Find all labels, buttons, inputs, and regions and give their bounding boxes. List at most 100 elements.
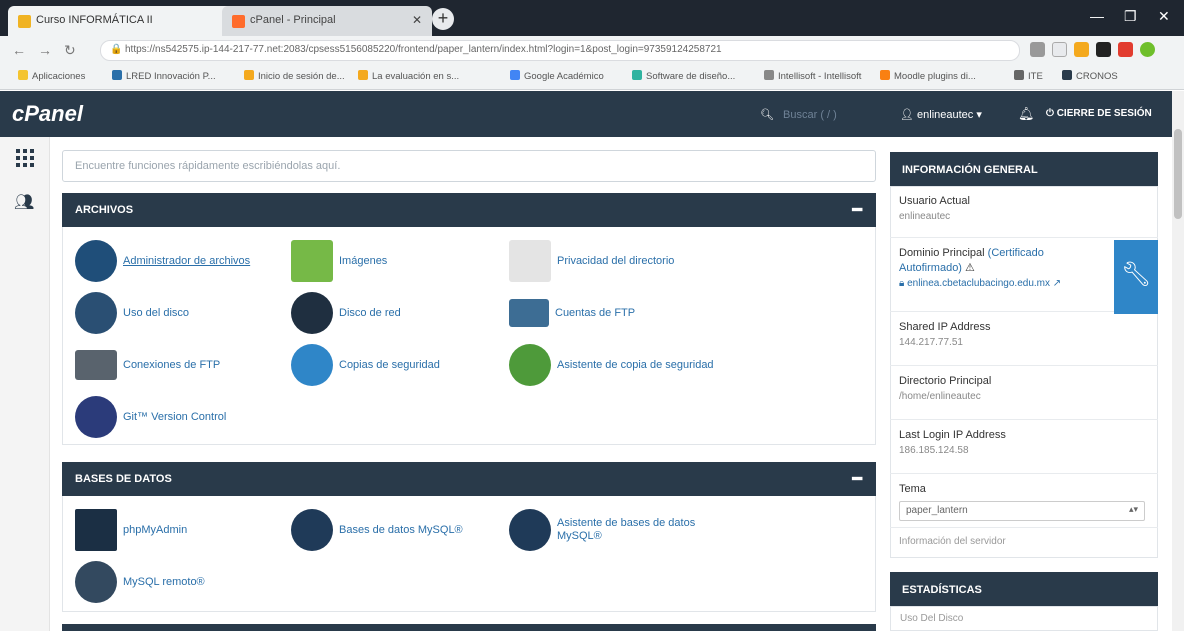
item-label: Bases de datos MySQL®: [339, 523, 463, 536]
web-disk-item[interactable]: Disco de red: [291, 292, 401, 334]
star-icon[interactable]: [1052, 42, 1067, 57]
collapse-icon[interactable]: ━: [852, 469, 862, 489]
item-label: Git™ Version Control: [123, 410, 227, 423]
info-value: /home/enlineautec: [899, 391, 981, 402]
git-version-control-item[interactable]: Git™ Version Control: [75, 396, 227, 438]
info-label: Dominio Principal (Certificado Autofirma…: [899, 247, 1044, 274]
extension-icon[interactable]: [1118, 42, 1133, 57]
user-icon: 👤︎: [900, 109, 914, 121]
mysql-databases-item[interactable]: Bases de datos MySQL®: [291, 509, 463, 551]
logout-icon: ⏻: [1046, 108, 1057, 119]
home-directory-row: Directorio Principal /home/enlineautec: [890, 368, 1158, 420]
bell-icon[interactable]: 🔔︎: [1018, 106, 1035, 122]
phpmyadmin-item[interactable]: phpMyAdmin: [75, 509, 187, 551]
archivos-panel-body: Administrador de archivos Imágenes Priva…: [62, 227, 876, 445]
page-scrollbar[interactable]: [1172, 91, 1184, 631]
info-label: Tema: [899, 483, 926, 495]
minimize-icon[interactable]: —: [1090, 8, 1104, 24]
bookmark[interactable]: Software de diseño...: [632, 70, 735, 82]
tab-label: cPanel - Principal: [250, 14, 336, 26]
file-manager-icon: [75, 240, 117, 282]
info-label: Last Login IP Address: [899, 429, 1006, 441]
info-label: Shared IP Address: [899, 321, 991, 333]
extension-icon[interactable]: [1074, 42, 1089, 57]
collapse-icon[interactable]: ━: [852, 200, 862, 220]
server-info-link[interactable]: Información del servidor: [899, 536, 1149, 547]
backup-wizard-icon: [509, 344, 551, 386]
bookmark[interactable]: Intellisoft - Intellisoft: [764, 70, 861, 82]
phpmyadmin-icon: [75, 509, 117, 551]
backup-item[interactable]: Copias de seguridad: [291, 344, 440, 386]
new-tab-button[interactable]: +: [432, 8, 454, 30]
tab-cpanel[interactable]: cPanel - Principal ✕: [222, 6, 432, 36]
profile-icon[interactable]: [1140, 42, 1155, 57]
key-icon[interactable]: [1030, 42, 1045, 57]
bookmark[interactable]: Aplicaciones: [18, 70, 85, 82]
item-label: Privacidad del directorio: [557, 254, 675, 267]
item-label: Cuentas de FTP: [555, 306, 636, 319]
logout-button[interactable]: ⏻ CIERRE DE SESIÓN: [1046, 108, 1152, 119]
bookmarks-bar: Aplicaciones LRED Innovación P... Inicio…: [0, 64, 1184, 90]
close-window-icon[interactable]: ✕: [1158, 8, 1170, 25]
panel-title: BASES DE DATOS: [75, 473, 172, 485]
function-search-input[interactable]: Encuentre funciones rápidamente escribié…: [62, 150, 876, 182]
bases-panel-header[interactable]: BASES DE DATOS ━: [62, 462, 876, 496]
lock-icon: 🔒: [110, 44, 123, 55]
database-wizard-icon: [509, 509, 551, 551]
disk-usage-item[interactable]: Uso del disco: [75, 292, 189, 334]
directory-privacy-item[interactable]: Privacidad del directorio: [509, 240, 675, 282]
back-icon[interactable]: ←: [12, 42, 26, 58]
bookmark[interactable]: LRED Innovación P...: [112, 70, 216, 82]
archivos-panel-header[interactable]: ARCHIVOS ━: [62, 193, 876, 227]
forward-icon[interactable]: →: [38, 42, 52, 58]
maximize-icon[interactable]: ❐: [1124, 8, 1137, 25]
general-info-header: INFORMACIÓN GENERAL: [890, 152, 1158, 186]
item-label: Copias de seguridad: [339, 358, 440, 371]
ftp-connections-item[interactable]: Conexiones de FTP: [75, 345, 220, 385]
tab-curso[interactable]: Curso INFORMÁTICA II ✕: [8, 6, 248, 36]
statistics-header: ESTADÍSTICAS: [890, 572, 1158, 606]
folder-lock-icon: [509, 240, 551, 282]
grid-icon[interactable]: [16, 149, 34, 167]
ftp-accounts-item[interactable]: Cuentas de FTP: [509, 293, 635, 333]
browser-tab-bar: Curso INFORMÁTICA II ✕ cPanel - Principa…: [0, 0, 1184, 36]
users-icon[interactable]: 👥︎: [14, 192, 34, 212]
extension-icon[interactable]: [1096, 42, 1111, 57]
bookmark[interactable]: ITE: [1014, 70, 1043, 82]
theme-select[interactable]: paper_lantern ▴▾: [899, 501, 1145, 521]
item-label: MySQL remoto®: [123, 575, 205, 588]
moodle-favicon-icon: [18, 15, 31, 28]
images-icon: [291, 240, 333, 282]
item-label: Imágenes: [339, 254, 388, 267]
bookmark[interactable]: Moodle plugins di...: [880, 70, 976, 82]
item-label: Conexiones de FTP: [123, 358, 221, 371]
cpanel-logo[interactable]: cPanel: [12, 101, 83, 127]
next-panel-header: [62, 624, 876, 631]
url-field[interactable]: 🔒 https://ns542575.ip-144-217-77.net:208…: [100, 40, 1020, 61]
bookmark[interactable]: Google Académico: [510, 70, 604, 82]
bookmark[interactable]: Inicio de sesión de...: [244, 70, 345, 82]
ftp-accounts-icon: [509, 299, 549, 327]
info-label: Usuario Actual: [899, 195, 970, 207]
remote-mysql-item[interactable]: MySQL remoto®: [75, 561, 205, 603]
header-search[interactable]: 🔍︎ Buscar ( / ): [760, 108, 837, 121]
scrollbar-thumb[interactable]: [1174, 129, 1182, 219]
user-menu[interactable]: 👤︎ enlineautec ▾: [900, 108, 982, 121]
file-manager-item[interactable]: Administrador de archivos: [75, 240, 251, 282]
theme-row: Tema paper_lantern ▴▾: [890, 476, 1158, 528]
server-info-row: Información del servidor: [890, 530, 1158, 558]
user-name: enlineautec: [917, 109, 974, 121]
chevron-down-icon: ▴▾: [1128, 504, 1138, 514]
bases-panel-body: phpMyAdmin Bases de datos MySQL® Asisten…: [62, 496, 876, 612]
wrench-icon[interactable]: 🔧︎: [1114, 240, 1158, 314]
images-item[interactable]: Imágenes: [291, 240, 388, 282]
close-icon[interactable]: ✕: [412, 13, 422, 27]
mysql-wizard-item[interactable]: Asistente de bases de datos MySQL®: [509, 509, 717, 551]
bookmark[interactable]: La evaluación en s...: [358, 70, 459, 82]
item-label: Administrador de archivos: [123, 254, 251, 267]
reload-icon[interactable]: ↻: [64, 42, 76, 59]
function-search-placeholder: Encuentre funciones rápidamente escribié…: [75, 160, 341, 172]
backup-wizard-item[interactable]: Asistente de copia de seguridad: [509, 344, 714, 386]
bookmark[interactable]: CRONOS: [1062, 70, 1118, 82]
domain-link[interactable]: 🔒︎ enlinea.cbetaclubacingo.edu.mx ↗: [899, 278, 1105, 289]
